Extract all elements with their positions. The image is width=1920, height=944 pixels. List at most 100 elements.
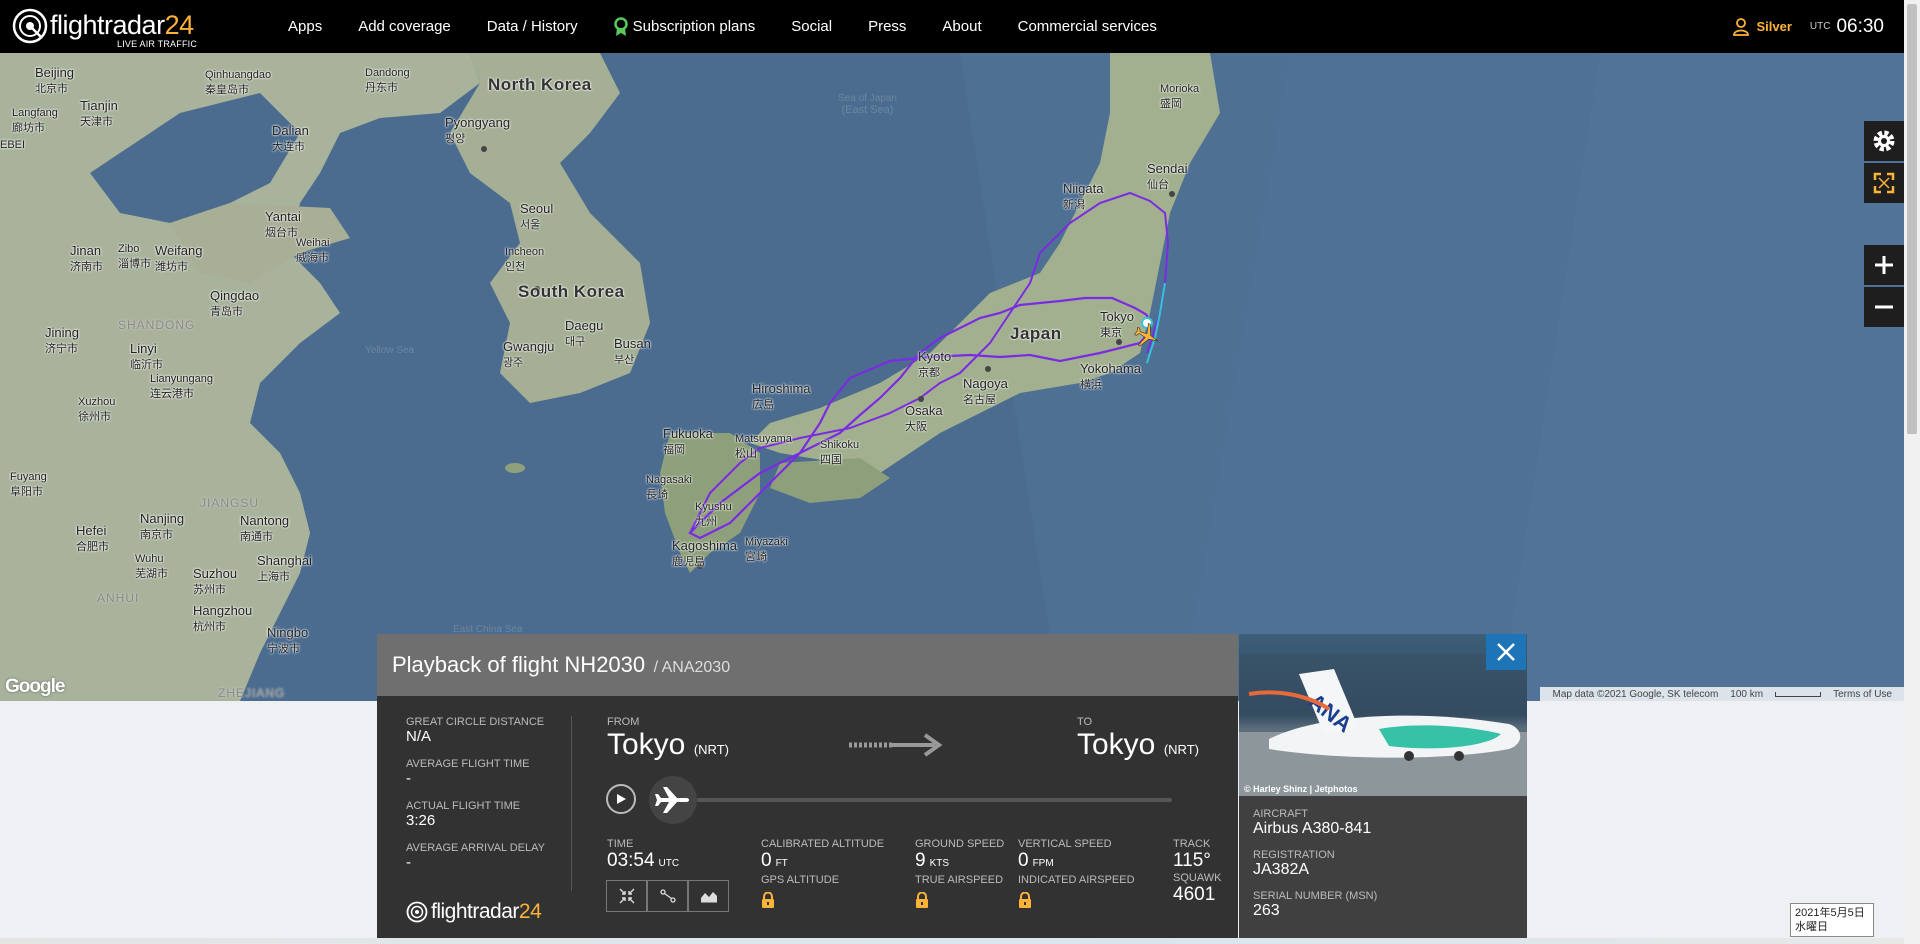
origin-city[interactable]: Tokyo [607,728,685,761]
map-label-kyoto: Kyoto 京都 [918,349,952,379]
map-scale[interactable]: 100 km [1730,689,1763,700]
user-account-button[interactable]: Silver [1733,17,1792,36]
flightradar24-logo[interactable]: flightradar24 LIVE AIR TRAFFIC [12,6,202,50]
date-tooltip-date: 2021年5月5日 [1795,907,1865,919]
nav-link-about[interactable]: About [942,18,981,35]
nav-right: Silver UTC 06:30 [1733,0,1884,53]
route-view-button[interactable] [647,880,688,912]
gcd-label: GREAT CIRCLE DISTANCE [406,716,545,728]
map-label-yokohama: Yokohama 横浜 [1080,361,1141,391]
gps-altitude-label: GPS ALTITUDE [761,874,840,886]
zoom-in-button[interactable] [1864,245,1904,285]
timeline-scrubber[interactable] [649,776,697,824]
nav-link-apps[interactable]: Apps [288,18,322,35]
flight-stats: GREAT CIRCLE DISTANCE N/A AVERAGE FLIGHT… [406,716,556,884]
map-label-beijing: Beijing 北京市 [35,65,75,95]
settings-button[interactable] [1864,121,1904,161]
calibrated-altitude-unit: FT [775,858,788,869]
radar-logo-icon [12,8,48,44]
footer-logo-text-b: 24 [518,900,542,923]
scale-bar [1775,691,1822,697]
plus-icon [1875,256,1893,274]
nav-link-press[interactable]: Press [868,18,906,35]
vertical-speed-cell: VERTICAL SPEED 0 FPM INDICATED AIRSPEED [1018,838,1135,913]
fullscreen-icon [1873,172,1895,194]
route-destination: TO Tokyo (NRT) [1077,716,1199,762]
nav-link-subscription-plans[interactable]: Subscription plans [613,16,756,37]
fullscreen-button[interactable] [1864,163,1904,203]
flight-map[interactable]: Beijing 北京市 Tianjin 天津市 Qinhuangdao 秦皇岛市 Da… [0,53,1904,701]
map-label-qinhuangdao: Qinhuangdao 秦皇岛市 [205,69,272,96]
lock-icon[interactable] [915,891,929,908]
map-label-jinan: Jinan 济南市 [70,243,103,273]
from-label: FROM [607,716,640,728]
to-label: TO [1077,716,1093,728]
map-label-seoul: Seoul 서울 [520,201,554,231]
stats-divider [571,716,572,891]
lock-icon[interactable] [1018,891,1032,908]
user-icon [1733,17,1750,36]
close-icon [1497,643,1515,661]
gear-icon [1873,130,1895,152]
nav-link-subscription-label: Subscription plans [632,18,756,35]
altitude-graph-button[interactable] [688,880,729,912]
map-label-tianjin: Tianjin 天津市 [80,98,118,128]
squawk-label: SQUAWK [1173,872,1222,884]
center-view-button[interactable] [606,880,647,912]
map-label-north-korea: North Korea [488,75,592,94]
true-airspeed-label: TRUE AIRSPEED [915,874,1004,886]
utc-clock: 06:30 [1836,15,1884,37]
aad-value: - [406,854,411,871]
page-scrollbar[interactable] [1904,0,1920,944]
map-label-wuhu: Wuhu 芜湖市 [135,553,168,580]
close-playback-button[interactable] [1486,634,1526,670]
app-root: flightradar24 LIVE AIR TRAFFIC Apps Add … [0,0,1920,944]
map-data-attribution[interactable]: Map data ©2021 Google, SK telecom [1552,689,1718,700]
nav-link-commercial-services[interactable]: Commercial services [1018,18,1157,35]
map-label-kagoshima: Kagoshima 鹿児島 [672,538,738,568]
map-label-nanjing: Nanjing 南京市 [140,511,185,541]
nav-link-add-coverage[interactable]: Add coverage [358,18,451,35]
user-tier-label: Silver [1756,19,1792,34]
map-label-daegu: Daegu 대구 [565,318,604,348]
scrollbar-thumb[interactable] [1907,4,1917,434]
map-label-south-korea: South Korea [518,282,625,301]
nav-link-social[interactable]: Social [791,18,832,35]
aad-label: AVERAGE ARRIVAL DELAY [406,842,545,854]
gcd-value: N/A [406,728,432,745]
logo-subtitle: LIVE AIR TRAFFIC [117,39,198,49]
ground-speed-unit: KTS [929,858,950,869]
zoom-out-button[interactable] [1864,287,1904,327]
lock-icon[interactable] [761,891,775,908]
map-label-sea-of-japan: Sea of Japan (East Sea) [838,93,897,116]
map-label-kyushu: Kyushu 九州 [695,501,732,528]
route-arrow-icon [849,733,943,757]
map-label-weihai: Weihai 威海市 [296,237,330,264]
squawk-value: 4601 [1173,884,1216,905]
aircraft-photo[interactable]: ANA © Harley Shinz | Jetphotos [1239,634,1527,796]
destination-city[interactable]: Tokyo [1077,728,1155,761]
time-unit: UTC [658,858,680,869]
nav-link-data-history[interactable]: Data / History [487,18,578,35]
map-label-sendai: Sendai 仙台 [1147,161,1188,191]
map-label-langfang: Langfang 廊坊市 [12,107,58,134]
map-label-jining: Jining 济宁市 [45,325,79,355]
vertical-speed-label: VERTICAL SPEED [1018,838,1112,850]
ground-speed-label: GROUND SPEED [915,838,1005,850]
calibrated-altitude-label: CALIBRATED ALTITUDE [761,838,885,850]
track-value: 115° [1173,850,1211,871]
map-label-busan: Busan 부산 [614,336,651,366]
ground-speed-value: 9 [915,850,926,871]
act-label: ACTUAL FLIGHT TIME [406,800,521,812]
map-label-ningbo: Ningbo 宁波市 [267,625,309,655]
map-label-suzhou: Suzhou 苏州市 [193,566,238,596]
playback-callsign: / ANA2030 [653,659,731,676]
terms-of-use-link[interactable]: Terms of Use [1833,689,1892,700]
map-attribution: Map data ©2021 Google, SK telecom 100 km… [1540,687,1904,701]
destination-code: (NRT) [1163,742,1199,757]
play-button[interactable] [606,784,636,814]
map-label-jiangsu: JIANGSU [200,496,260,510]
playback-timeline[interactable] [697,798,1172,802]
registration-value[interactable]: JA382A [1253,861,1513,879]
photo-credit[interactable]: © Harley Shinz | Jetphotos [1244,784,1358,794]
